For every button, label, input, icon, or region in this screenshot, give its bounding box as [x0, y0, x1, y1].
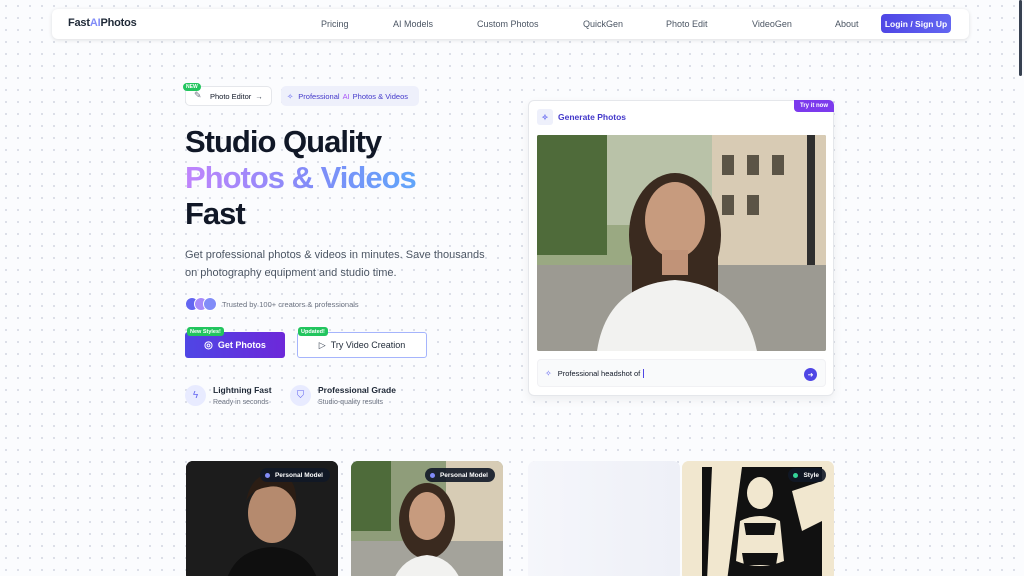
nav-link-about[interactable]: About	[835, 19, 859, 29]
feature-title: Professional Grade	[318, 385, 396, 395]
status-dot	[429, 472, 435, 478]
nav-link-videogen[interactable]: VideoGen	[752, 19, 792, 29]
prompt-text: Professional headshot of	[557, 368, 641, 378]
chip-pro-suffix: Photos & Videos	[352, 91, 408, 101]
status-dot	[793, 472, 799, 478]
new-badge: NEW	[183, 83, 201, 91]
get-photos-label: Get Photos	[217, 340, 266, 350]
nav-link-ai-models[interactable]: AI Models	[393, 19, 433, 29]
try-video-label: Try Video Creation	[330, 340, 406, 350]
hero-title-line-3: Fast	[185, 196, 246, 231]
gallery-card[interactable]: Personal Model	[186, 461, 338, 576]
personal-model-badge: Personal Model	[424, 468, 495, 482]
sparkle-icon: ✧	[537, 109, 553, 125]
top-navbar: FastAIPhotos Pricing AI Models Custom Ph…	[52, 9, 969, 39]
logo-suffix: Photos	[100, 17, 137, 29]
updated-badge: Updated!	[298, 327, 328, 336]
logo-prefix: Fast	[68, 17, 90, 29]
nav-link-pricing[interactable]: Pricing	[321, 19, 349, 29]
gallery-card-loading[interactable]	[528, 461, 680, 576]
trust-row: Trusted by 100+ creators & professionals	[185, 297, 359, 311]
feature-title: Lightning Fast	[213, 385, 272, 395]
scrollbar-thumb[interactable]	[1019, 0, 1022, 76]
text-caret	[643, 368, 645, 378]
badge-label: Style	[803, 471, 819, 479]
generate-photos-title: Generate Photos	[558, 112, 627, 122]
generate-photos-header: ✧ Generate Photos	[537, 109, 626, 125]
photo-editor-label: Photo Editor	[210, 91, 252, 101]
generated-portrait-photo	[537, 135, 826, 351]
logo-ai: AI	[89, 17, 101, 29]
style-badge: Style	[788, 468, 826, 482]
badge-label: Personal Model	[274, 471, 323, 479]
professional-ai-chip: ✧ Professional AI Photos & Videos	[281, 86, 419, 106]
trust-text: Trusted by 100+ creators & professionals	[222, 299, 359, 309]
try-it-now-badge: Try it now	[793, 100, 834, 112]
nav-link-photo-edit[interactable]: Photo Edit	[666, 19, 708, 29]
shield-icon: ⛉	[290, 385, 311, 406]
sparkle-icon: ✧	[545, 368, 552, 378]
logo[interactable]: FastAIPhotos	[68, 17, 137, 29]
arrow-right-icon: →	[255, 91, 263, 101]
play-icon: ▷	[318, 339, 326, 350]
feature-subtitle: Studio-quality results	[318, 399, 383, 406]
hero-title-line-2: Photos & Videos	[185, 160, 417, 195]
nav-link-quickgen[interactable]: QuickGen	[583, 19, 623, 29]
chip-pro-ai: AI	[342, 91, 350, 101]
gallery-card[interactable]: Style	[682, 461, 834, 576]
lightning-icon: ϟ	[185, 385, 206, 406]
hero-title-line-1: Studio Quality	[185, 124, 382, 159]
send-arrow-icon[interactable]: ➜	[804, 368, 817, 381]
pencil-icon: ✎	[194, 90, 202, 100]
chip-pro-prefix: Professional	[298, 91, 340, 101]
login-signup-button[interactable]: Login / Sign Up	[881, 14, 951, 33]
camera-icon: ◎	[204, 339, 213, 351]
hero-description: Get professional photos & videos in minu…	[185, 249, 485, 279]
nav-link-custom-photos[interactable]: Custom Photos	[477, 19, 539, 29]
sparkle-icon: ✧	[287, 91, 294, 101]
new-styles-badge: New Styles!	[187, 327, 224, 336]
avatar	[203, 297, 217, 311]
status-dot	[264, 472, 270, 478]
generate-photos-card: Try it now ✧ Generate Photos ✧ Professio…	[528, 100, 834, 396]
badge-label: Personal Model	[439, 471, 488, 479]
prompt-input[interactable]: ✧ Professional headshot of ➜	[537, 359, 826, 387]
feature-subtitle: Ready in seconds	[213, 399, 269, 406]
gallery-card[interactable]: Personal Model	[351, 461, 503, 576]
personal-model-badge: Personal Model	[259, 468, 330, 482]
